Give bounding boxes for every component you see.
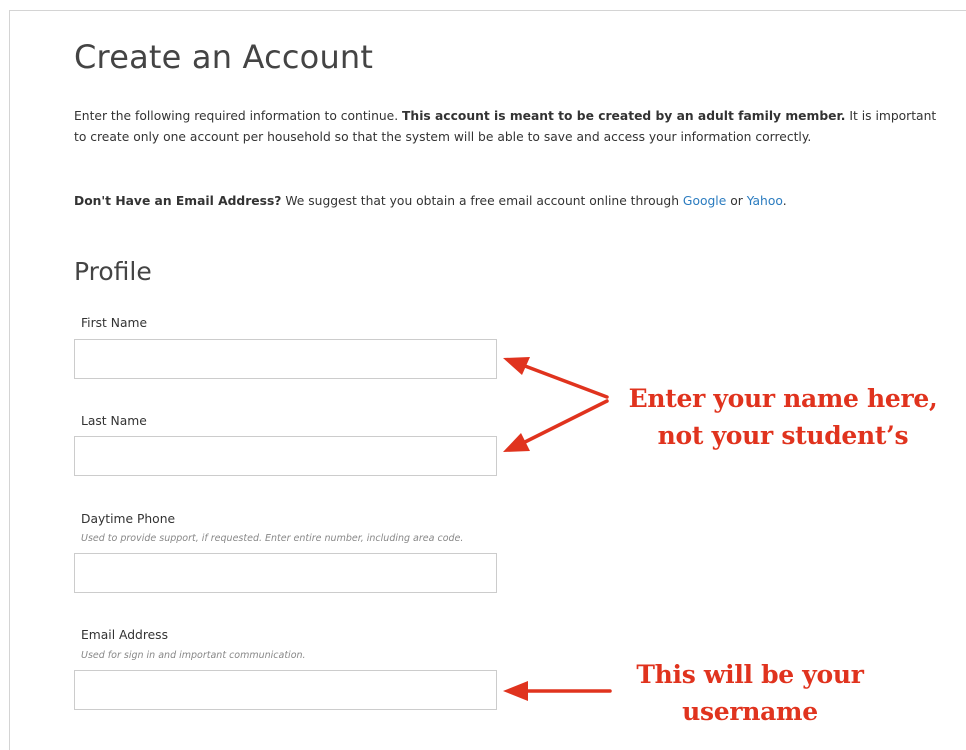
arrow-to-first-name — [523, 364, 609, 399]
email-address-label: Email Address — [81, 628, 168, 642]
email-note-text: We suggest that you obtain a free email … — [281, 194, 683, 208]
first-name-label: First Name — [81, 316, 148, 330]
daytime-phone-field[interactable] — [74, 553, 497, 593]
page-title: Create an Account — [74, 38, 374, 76]
intro-emphasis: This account is meant to be created by a… — [402, 109, 846, 123]
profile-heading: Profile — [74, 257, 152, 286]
intro-paragraph: Enter the following required information… — [74, 106, 944, 148]
daytime-phone-label: Daytime Phone — [81, 512, 176, 526]
yahoo-link[interactable]: Yahoo — [747, 194, 783, 208]
last-name-label: Last Name — [81, 414, 147, 428]
frame-left-border — [9, 10, 10, 750]
intro-text: Enter the following required information… — [74, 109, 403, 123]
arrowhead-email — [503, 681, 528, 701]
arrowhead-last-name — [503, 433, 530, 452]
arrowhead-first-name — [503, 357, 530, 375]
email-address-help: Used for sign in and important communica… — [81, 650, 306, 661]
arrow-to-last-name — [523, 399, 609, 444]
email-note-heading: Don't Have an Email Address? — [74, 194, 282, 208]
name-annotation: Enter your name here, not your student’s — [600, 380, 966, 454]
daytime-phone-help: Used to provide support, if requested. E… — [81, 533, 464, 544]
name-annotation-line-2: not your student’s — [657, 421, 909, 450]
email-note-paragraph: Don't Have an Email Address? We suggest … — [74, 191, 944, 212]
email-note-or: or — [726, 194, 747, 208]
frame-top-border — [9, 10, 966, 11]
username-annotation-line-2: username — [682, 697, 818, 726]
email-note-period: . — [782, 194, 787, 208]
username-annotation: This will be your username — [590, 656, 910, 730]
google-link[interactable]: Google — [683, 194, 726, 208]
email-address-field[interactable] — [74, 670, 497, 710]
last-name-field[interactable] — [74, 436, 497, 476]
username-annotation-line-1: This will be your — [636, 660, 864, 689]
name-annotation-line-1: Enter your name here, — [628, 384, 938, 413]
first-name-field[interactable] — [74, 339, 497, 379]
